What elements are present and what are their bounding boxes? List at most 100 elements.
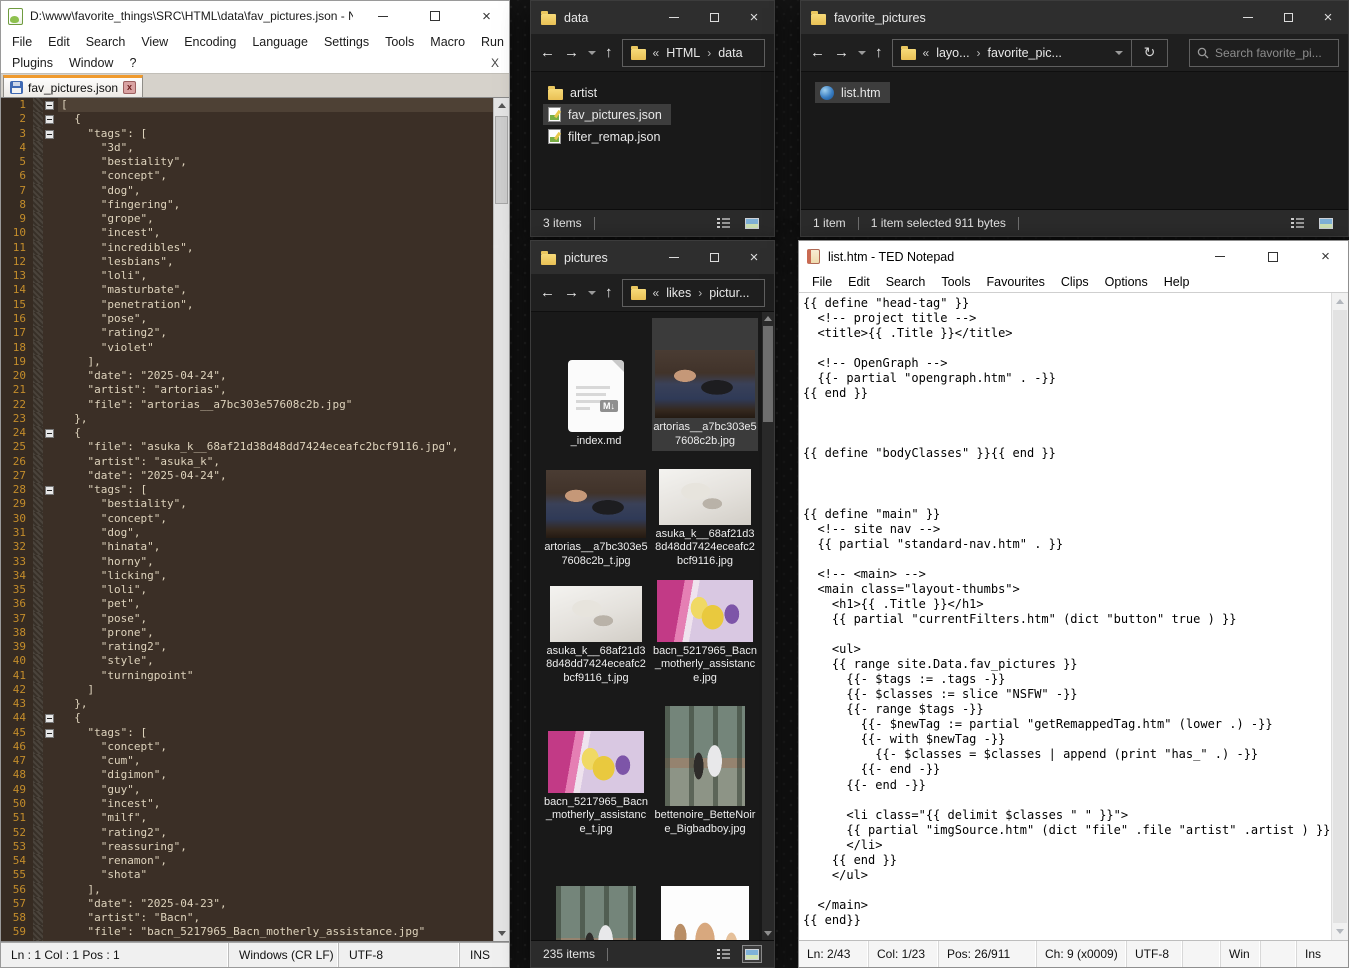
fold-collapse-icon[interactable] [45,714,54,723]
menu-item[interactable]: Search [78,33,134,51]
menu-item[interactable]: Search [878,273,934,291]
thumbnail-item[interactable]: asuka_k__68af21d38d48dd7424eceafc2bcf911… [543,571,649,688]
code-line[interactable]: 30 "concept", [1,512,493,526]
refresh-icon[interactable]: ↻ [1132,39,1168,67]
recent-locations-chevron-icon[interactable] [858,51,866,55]
menu-item[interactable]: Language [244,33,316,51]
close-button[interactable]: × [464,1,509,31]
menu-item[interactable]: View [133,33,176,51]
details-view-icon[interactable] [1287,214,1307,232]
code-line[interactable]: 4 "3d", [1,141,493,155]
up-icon[interactable]: ↑ [875,45,883,60]
code-line[interactable]: 13 "loli", [1,269,493,283]
code-line[interactable]: 16 "pose", [1,312,493,326]
menu-item[interactable]: Options [1097,273,1156,291]
close-button[interactable]: × [1303,242,1348,272]
menu-item[interactable]: Run [473,33,512,51]
code-line[interactable]: 31 "dog", [1,526,493,540]
menu-close-icon[interactable]: X [491,56,499,70]
address-bar[interactable]: «HTML›data [622,39,766,67]
code-line[interactable]: 60 }, [1,940,493,941]
code-line[interactable]: 12 "lesbians", [1,255,493,269]
menu-item[interactable]: Clips [1053,273,1097,291]
code-line[interactable]: 49 "guy", [1,783,493,797]
menu-item[interactable]: Help [1156,273,1198,291]
fold-collapse-icon[interactable] [45,115,54,124]
code-line[interactable]: 52 "rating2", [1,826,493,840]
thumbnail-item[interactable]: bettenoire_BetteNoire_Bigbadboy.jpg [652,688,758,839]
maximize-button[interactable] [412,1,457,31]
maximize-button[interactable] [1268,1,1308,34]
thumbnail-item[interactable]: artorias__a7bc303e57608c2b.jpg [652,318,758,451]
thumbnail-item[interactable]: asuka_k__68af21d38d48dd7424eceafc2bcf911… [652,451,758,571]
breadcrumb-item[interactable]: favorite_pic... [988,46,1062,60]
code-line[interactable]: 26 "artist": "asuka_k", [1,455,493,469]
code-editor[interactable]: 1[2 {3 "tags": [4 "3d",5 "bestiality",6 … [1,97,509,942]
recent-locations-chevron-icon[interactable] [588,51,596,55]
code-line[interactable]: 19 ], [1,355,493,369]
notepadpp-title-bar[interactable]: D:\www\favorite_things\SRC\HTML\data\fav… [1,1,509,31]
code-line[interactable]: 50 "incest", [1,797,493,811]
menu-item[interactable]: Favourites [979,273,1053,291]
maximize-button[interactable] [694,241,734,274]
menu-item[interactable]: Tools [933,273,978,291]
scroll-up-icon[interactable] [764,316,772,321]
explorer-title-bar[interactable]: favorite_pictures × [801,1,1348,34]
scrollbar-thumb[interactable] [495,116,508,204]
code-line[interactable]: 17 "rating2", [1,326,493,340]
fold-collapse-icon[interactable] [45,429,54,438]
code-line[interactable]: 44 { [1,711,493,725]
scroll-down-icon[interactable] [1336,929,1344,934]
code-line[interactable]: 35 "loli", [1,583,493,597]
editor-vertical-scrollbar[interactable] [493,98,509,941]
code-line[interactable]: 1[ [1,98,493,112]
code-line[interactable]: 43 }, [1,697,493,711]
breadcrumb-item[interactable]: data [718,46,742,60]
thumbnail-view-icon[interactable] [742,214,762,232]
thumbnail-item[interactable]: artorias__a7bc303e57608c2b_t.jpg [543,451,649,571]
code-line[interactable]: 29 "bestiality", [1,497,493,511]
minimize-button[interactable] [654,1,694,34]
close-button[interactable]: × [734,241,774,274]
code-line[interactable]: 56 ], [1,883,493,897]
scrollbar-thumb[interactable] [1333,310,1347,923]
code-line[interactable]: 15 "penetration", [1,298,493,312]
code-line[interactable]: 47 "cum", [1,754,493,768]
code-line[interactable]: 9 "grope", [1,212,493,226]
code-line[interactable]: 5 "bestiality", [1,155,493,169]
code-line[interactable]: 10 "incest", [1,226,493,240]
chevron-double-left-icon[interactable]: « [653,46,660,60]
thumbnail-item[interactable]: M↓_index.md [543,318,649,451]
minimize-button[interactable] [1228,1,1268,34]
explorer-title-bar[interactable]: pictures × [531,241,774,274]
file-item[interactable]: fav_pictures.json [543,104,671,125]
code-line[interactable]: 39 "rating2", [1,640,493,654]
text-editor[interactable]: {{ define "head-tag" }} <!-- project tit… [799,293,1348,941]
menu-item[interactable]: Tools [377,33,422,51]
ted-title-bar[interactable]: list.htm - TED Notepad × [799,241,1348,272]
minimize-button[interactable] [360,1,405,31]
minimize-button[interactable] [654,241,694,274]
up-icon[interactable]: ↑ [605,45,613,60]
code-line[interactable]: 28 "tags": [ [1,483,493,497]
chevron-double-left-icon[interactable]: « [923,46,930,60]
code-line[interactable]: 42 ] [1,683,493,697]
code-line[interactable]: 6 "concept", [1,169,493,183]
tab-fav-pictures-json[interactable]: fav_pictures.json x [3,75,143,97]
breadcrumb-item[interactable]: likes [666,286,691,300]
fold-collapse-icon[interactable] [45,101,54,110]
back-icon[interactable]: ← [540,285,555,300]
minimize-button[interactable] [1197,242,1242,272]
code-line[interactable]: 59 "file": "bacn_5217965_Bacn_motherly_a… [1,925,493,939]
vertical-scrollbar[interactable] [1331,293,1348,940]
menu-item[interactable]: Macro [422,33,473,51]
menu-item[interactable]: Encoding [176,33,244,51]
back-icon[interactable]: ← [810,45,825,60]
menu-item[interactable]: Edit [40,33,78,51]
code-line[interactable]: 57 "date": "2025-04-23", [1,897,493,911]
thumbnail-view-icon[interactable] [1316,214,1336,232]
search-input[interactable] [1215,46,1331,60]
code-line[interactable]: 22 "file": "artorias__a7bc303e57608c2b.j… [1,398,493,412]
address-bar[interactable]: «likes›pictur... [622,279,766,307]
editor-text[interactable]: {{ define "head-tag" }} <!-- project tit… [799,293,1331,940]
